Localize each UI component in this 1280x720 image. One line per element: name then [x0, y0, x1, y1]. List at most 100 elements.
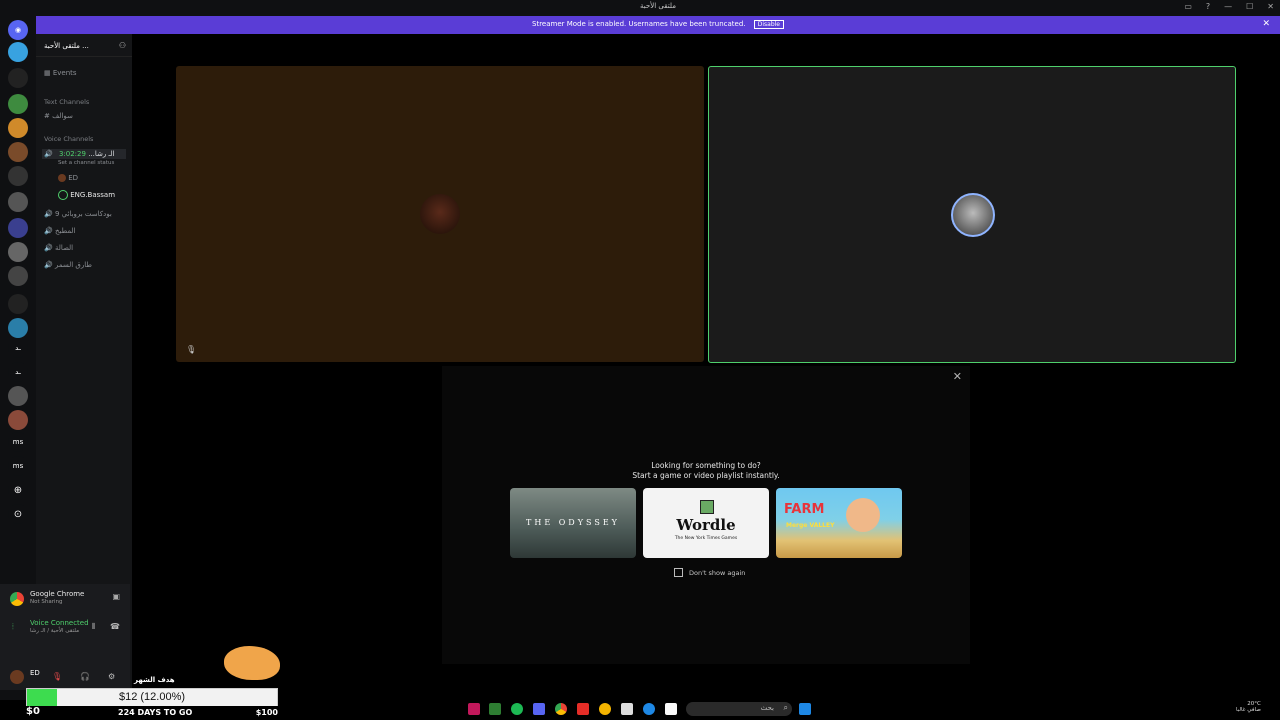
avatar: [420, 194, 460, 234]
voice-channel[interactable]: 🔊 طارق السمر: [44, 261, 92, 269]
server-icon[interactable]: ms: [8, 432, 28, 452]
help-icon[interactable]: ?: [1206, 2, 1210, 11]
title-bar: ملتقى الأحبة ▭ ? — ☐ ✕: [36, 0, 1280, 16]
screen-share-icon[interactable]: ▣: [112, 592, 120, 601]
server-icon[interactable]: [8, 42, 28, 62]
discord-home-icon[interactable]: ◉: [8, 20, 28, 40]
active-voice-channel[interactable]: 🔊 الـ رشا... 3:02:29: [42, 149, 126, 159]
store-icon[interactable]: [621, 703, 633, 715]
wordle-grid-icon: [700, 500, 714, 514]
connection-icon: ⦙: [12, 622, 14, 631]
server-name: ملتقى الأحبة ...: [44, 42, 89, 50]
app-icon[interactable]: [468, 703, 480, 715]
goal-progress-bar: $12 (12.00%): [26, 688, 278, 708]
shared-app-name: Google Chrome: [30, 590, 85, 598]
checkbox[interactable]: [674, 568, 683, 577]
server-icon[interactable]: [8, 318, 28, 338]
discord-icon[interactable]: [533, 703, 545, 715]
server-icon[interactable]: [8, 166, 28, 186]
muted-icon: 🎙: [186, 345, 197, 354]
server-icon[interactable]: [8, 118, 28, 138]
events-link[interactable]: ▦ Events: [44, 69, 77, 77]
window-title: ملتقى الأحبة: [640, 2, 676, 10]
popup-subheading: Start a game or video playlist instantly…: [632, 471, 780, 480]
banner-close-icon[interactable]: ✕: [1262, 19, 1270, 29]
maximize-button[interactable]: ☐: [1246, 2, 1253, 11]
popup-heading: Looking for something to do?: [651, 461, 761, 470]
app-icon[interactable]: [599, 703, 611, 715]
server-icon[interactable]: [8, 68, 28, 88]
voice-user[interactable]: ED: [58, 174, 78, 182]
system-tray[interactable]: 20°C صافي غالبا: [1236, 701, 1261, 713]
mic-muted-icon[interactable]: 🎙: [52, 672, 62, 681]
activity-card-farm[interactable]: FARM Merge VALLEY: [776, 488, 902, 558]
spotify-icon[interactable]: [511, 703, 523, 715]
settings-gear-icon[interactable]: ⚙: [108, 672, 115, 681]
inbox-icon[interactable]: ▭: [1184, 2, 1192, 11]
server-icon[interactable]: [8, 218, 28, 238]
goal-target: $100: [255, 708, 278, 717]
close-window-button[interactable]: ✕: [1267, 2, 1274, 11]
voice-channel[interactable]: 🔊 المطبخ: [44, 227, 75, 235]
banner-text: Streamer Mode is enabled. Usernames have…: [532, 20, 746, 28]
goal-days-left: 224 DAYS TO GO: [118, 708, 193, 717]
headphones-icon[interactable]: 🎧: [80, 672, 90, 681]
search-box[interactable]: بحث ⌕: [686, 702, 792, 716]
voice-user[interactable]: ENG.Bassam: [58, 190, 115, 200]
participant-tile[interactable]: 🎙: [176, 66, 704, 362]
speaker-icon: 🔊: [44, 261, 55, 269]
add-server-icon[interactable]: ⊕: [8, 480, 28, 500]
voice-connected-label[interactable]: Voice Connected: [30, 619, 89, 627]
chrome-icon[interactable]: [555, 703, 567, 715]
voice-channel[interactable]: 🔊 بودكاست بروبائي 9: [44, 210, 112, 218]
app-icon[interactable]: [489, 703, 501, 715]
server-icon[interactable]: [8, 410, 28, 430]
server-icon[interactable]: [8, 192, 28, 212]
explore-icon[interactable]: ⊙: [8, 504, 28, 524]
search-icon: ⌕: [783, 703, 788, 712]
server-icon[interactable]: [8, 294, 28, 314]
activity-suggestion-panel: ✕ Looking for something to do? Start a g…: [442, 366, 970, 664]
dont-show-again-checkbox[interactable]: Don't show again: [674, 568, 745, 577]
text-category[interactable]: Text Channels: [44, 98, 89, 106]
file-icon[interactable]: [665, 703, 677, 715]
disable-button[interactable]: Disable: [753, 20, 784, 29]
share-status: Not Sharing: [30, 599, 63, 605]
goal-footer: $0 224 DAYS TO GO $100: [26, 706, 280, 720]
mascot-illustration: [224, 646, 280, 680]
youtube-icon[interactable]: [577, 703, 589, 715]
server-icon[interactable]: [8, 242, 28, 262]
edge-icon[interactable]: [643, 703, 655, 715]
server-icon[interactable]: [8, 94, 28, 114]
streamer-mode-banner: Streamer Mode is enabled. Usernames have…: [36, 16, 1280, 34]
server-header[interactable]: ملتقى الأحبة ... ⚇: [36, 38, 132, 57]
username[interactable]: ED: [30, 669, 40, 677]
participant-tile-speaking[interactable]: [708, 66, 1236, 363]
voice-channel[interactable]: 🔊 الصالة: [44, 244, 73, 252]
voice-location: ملتقى الأحبة / الـ رشا: [30, 628, 80, 634]
goal-amount: $12 (12.00%): [118, 691, 186, 703]
chrome-icon: [10, 592, 24, 606]
activity-card-odyssey[interactable]: THE ODYSSEY: [510, 488, 636, 558]
channel-status[interactable]: Set a channel status: [58, 160, 114, 166]
voice-category[interactable]: Voice Channels: [44, 135, 93, 143]
speaker-icon: 🔊: [44, 210, 55, 218]
activity-card-wordle[interactable]: Wordle The New York Times Games: [643, 488, 769, 558]
speaker-icon: 🔊: [44, 150, 53, 158]
character-illustration: [846, 498, 880, 532]
disconnect-icon[interactable]: ☎: [110, 622, 120, 631]
server-icon[interactable]: ms: [8, 456, 28, 476]
server-icon[interactable]: ـد: [8, 362, 28, 382]
noise-suppression-icon[interactable]: ⫴: [92, 622, 95, 632]
goal-label: هدف الشهر: [134, 676, 175, 684]
server-icon[interactable]: [8, 386, 28, 406]
avatar[interactable]: [10, 670, 24, 684]
invite-icon[interactable]: ⚇: [119, 41, 126, 50]
server-icon[interactable]: [8, 142, 28, 162]
windows-start-icon[interactable]: [799, 703, 811, 715]
server-icon[interactable]: [8, 266, 28, 286]
close-icon[interactable]: ✕: [953, 370, 962, 383]
text-channel[interactable]: # سوالف: [44, 112, 73, 120]
minimize-button[interactable]: —: [1224, 2, 1232, 11]
server-icon[interactable]: ـد: [8, 338, 28, 358]
